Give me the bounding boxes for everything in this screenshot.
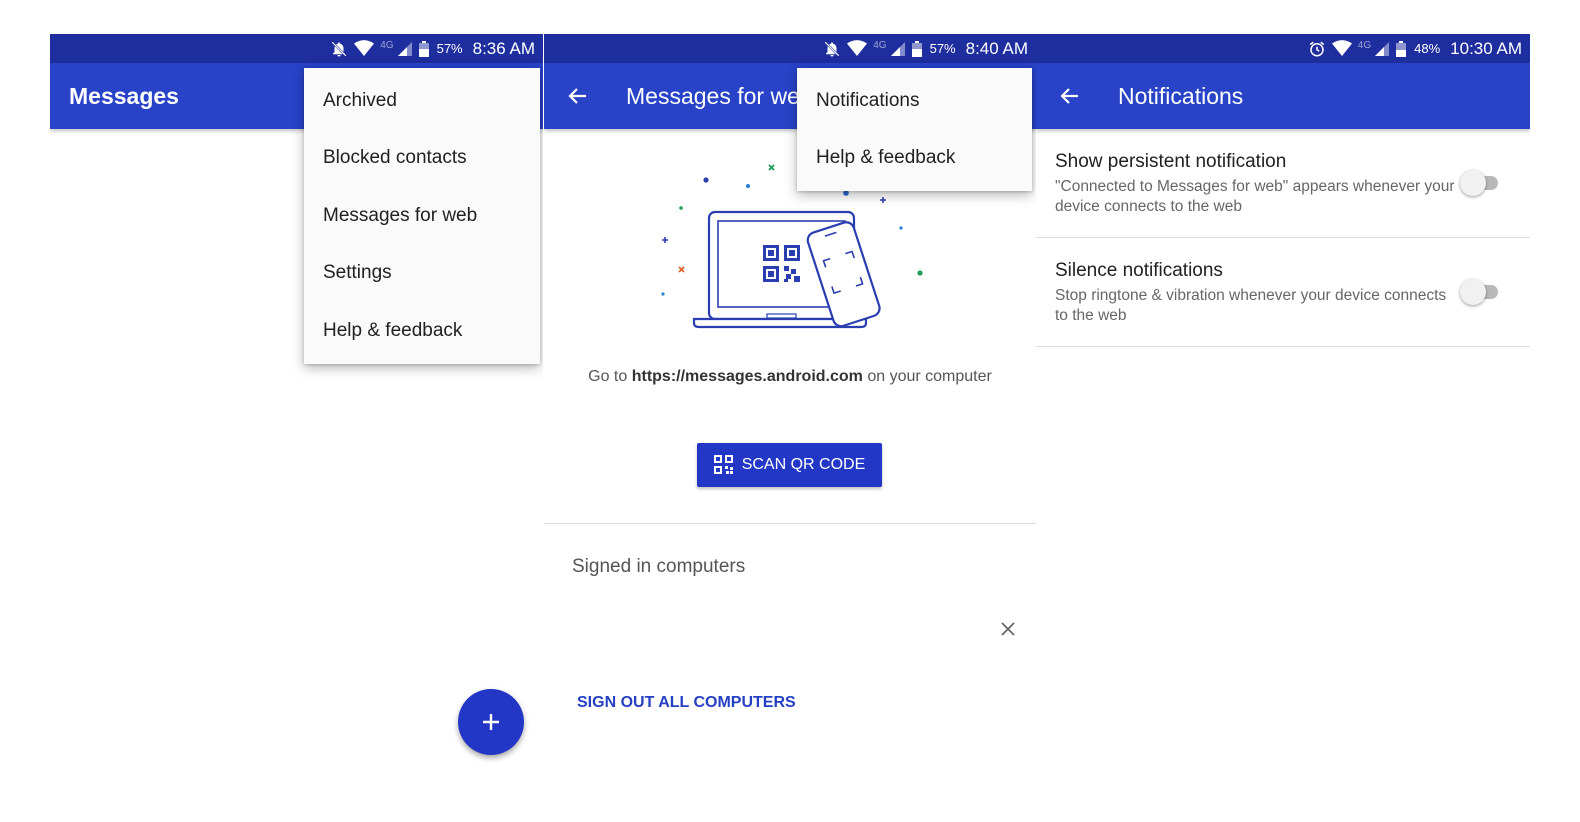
- menu-item-archived[interactable]: Archived: [304, 72, 540, 130]
- signal-icon: [890, 41, 906, 57]
- overflow-menu: Notifications Help & feedback: [797, 68, 1032, 191]
- menu-item-help-feedback[interactable]: Help & feedback: [304, 302, 540, 360]
- battery-percent: 57%: [929, 41, 956, 56]
- setting-title: Show persistent notification: [1055, 151, 1287, 172]
- messages-for-web-screen: 4G 57% 8:40 AM Messages for web Notifica…: [544, 34, 1036, 822]
- menu-item-settings[interactable]: Settings: [304, 245, 540, 303]
- back-arrow-icon[interactable]: [566, 84, 590, 108]
- network-type: 4G: [873, 40, 887, 51]
- status-bar: 4G 48% 10:30 AM: [1036, 34, 1530, 63]
- instructions-suffix: on your computer: [862, 368, 992, 385]
- instructions-prefix: Go to: [588, 368, 632, 385]
- setting-persistent-notification[interactable]: Show persistent notification "Connected …: [1036, 129, 1530, 237]
- messages-screen: 4G 57% 8:36 AM Messages Archived Blocked…: [50, 34, 543, 822]
- menu-item-blocked-contacts[interactable]: Blocked contacts: [304, 130, 540, 188]
- mute-icon: [330, 40, 348, 58]
- start-chat-button[interactable]: [458, 689, 524, 755]
- status-bar: 4G 57% 8:36 AM: [50, 34, 543, 63]
- setting-description: "Connected to Messages for web" appears …: [1055, 178, 1455, 215]
- setting-silence-notifications[interactable]: Silence notifications Stop ringtone & vi…: [1036, 238, 1530, 346]
- battery-icon: [1396, 40, 1407, 57]
- menu-item-notifications[interactable]: Notifications: [797, 72, 1032, 130]
- signal-icon: [397, 41, 413, 57]
- menu-item-messages-for-web[interactable]: Messages for web: [304, 187, 540, 245]
- setting-divider: [1036, 346, 1530, 347]
- clock: 8:40 AM: [965, 38, 1028, 58]
- network-type: 4G: [1357, 40, 1372, 51]
- app-bar: Notifications: [1036, 63, 1530, 129]
- app-title: Notifications: [1118, 82, 1244, 109]
- persistent-notification-toggle[interactable]: [1460, 170, 1498, 196]
- app-title: Messages for web: [626, 82, 813, 109]
- silence-notifications-toggle[interactable]: [1460, 279, 1498, 305]
- menu-item-help-feedback[interactable]: Help & feedback: [797, 130, 1032, 188]
- scan-qr-code-label: SCAN QR CODE: [741, 456, 866, 473]
- setting-description: Stop ringtone & vibration whenever your …: [1055, 287, 1447, 324]
- network-type: 4G: [380, 40, 394, 51]
- scan-qr-code-button[interactable]: SCAN QR CODE: [697, 443, 882, 487]
- status-bar: 4G 57% 8:40 AM: [544, 34, 1036, 63]
- clock: 8:36 AM: [472, 38, 535, 58]
- battery-percent: 48%: [1414, 41, 1441, 56]
- section-divider: [544, 523, 1036, 524]
- wifi-icon: [847, 40, 868, 57]
- battery-icon: [911, 40, 922, 57]
- wifi-icon: [354, 40, 375, 57]
- signed-in-computers-header: Signed in computers: [572, 556, 746, 577]
- plus-icon: [480, 711, 502, 733]
- back-arrow-icon[interactable]: [1058, 84, 1082, 108]
- wifi-icon: [1331, 40, 1352, 57]
- sign-out-all-computers-button[interactable]: SIGN OUT ALL COMPUTERS: [577, 694, 796, 712]
- web-url: https://messages.android.com: [631, 368, 863, 385]
- overflow-menu: Archived Blocked contacts Messages for w…: [304, 68, 540, 364]
- notifications-settings-screen: 4G 48% 10:30 AM Notifications Show persi…: [1036, 34, 1530, 822]
- close-icon[interactable]: [998, 619, 1018, 639]
- mute-icon: [823, 40, 841, 58]
- instructions-text: Go to https://messages.android.com on yo…: [584, 367, 996, 387]
- setting-title: Silence notifications: [1055, 260, 1223, 281]
- battery-percent: 57%: [436, 41, 463, 56]
- alarm-icon: [1308, 40, 1326, 58]
- battery-icon: [418, 40, 429, 57]
- signal-icon: [1374, 41, 1390, 57]
- clock: 10:30 AM: [1450, 38, 1522, 58]
- qr-code-icon: [713, 455, 742, 475]
- app-title: Messages: [69, 82, 179, 109]
